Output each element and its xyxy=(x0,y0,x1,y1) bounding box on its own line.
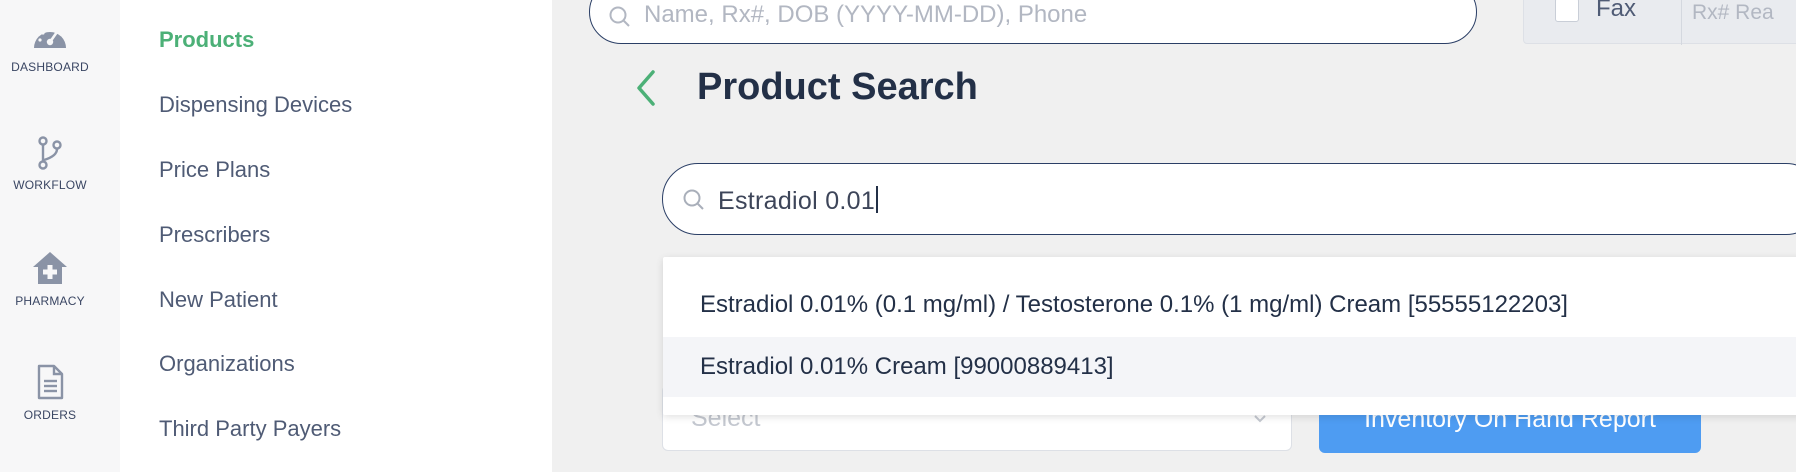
subnav-item-products[interactable]: Products xyxy=(159,27,254,53)
workflow-branch-icon xyxy=(38,136,62,170)
rail-item-orders[interactable]: ORDERS xyxy=(0,364,100,422)
search-icon xyxy=(609,6,630,27)
pharmacy-house-icon xyxy=(33,252,67,284)
icon-rail: DASHBOARD WORKFLOW PHARMACY ORDERS xyxy=(0,0,120,472)
back-button[interactable] xyxy=(631,67,659,109)
rail-item-workflow[interactable]: WORKFLOW xyxy=(0,136,100,192)
rail-label-dashboard: DASHBOARD xyxy=(11,60,89,74)
subnav-item-dispensing-devices[interactable]: Dispensing Devices xyxy=(159,92,352,118)
patient-search-bar[interactable] xyxy=(589,0,1477,44)
rail-item-dashboard[interactable]: DASHBOARD xyxy=(0,22,100,74)
rail-label-workflow: WORKFLOW xyxy=(13,178,87,192)
page-title: Product Search xyxy=(697,66,978,108)
dashboard-gauge-icon xyxy=(34,28,66,48)
subnav-item-price-plans[interactable]: Price Plans xyxy=(159,157,270,183)
fax-rx-panel: Fax xyxy=(1523,0,1796,45)
subnav-item-third-party-payers[interactable]: Third Party Payers xyxy=(159,416,341,442)
search-icon xyxy=(683,189,704,210)
rail-label-orders: ORDERS xyxy=(23,408,77,422)
product-search-value: Estradiol 0.01 xyxy=(718,187,876,215)
rail-label-pharmacy: PHARMACY xyxy=(15,294,85,308)
fax-label: Fax xyxy=(1596,0,1637,22)
main-content: Fax Product Search Estradiol 0.01 Select… xyxy=(552,0,1796,472)
product-suggestions-dropdown: Estradiol 0.01% (0.1 mg/ml) / Testostero… xyxy=(663,257,1796,415)
fax-checkbox[interactable] xyxy=(1555,0,1579,22)
suggestion-item[interactable]: Estradiol 0.01% Cream [99000889413] xyxy=(663,337,1796,397)
suggestion-item[interactable]: Estradiol 0.01% (0.1 mg/ml) / Testostero… xyxy=(663,275,1796,335)
subnav-item-prescribers[interactable]: Prescribers xyxy=(159,222,270,248)
subnav-item-new-patient[interactable]: New Patient xyxy=(159,287,278,313)
rail-item-pharmacy[interactable]: PHARMACY xyxy=(0,250,100,308)
chevron-left-icon xyxy=(637,70,655,106)
product-search-field[interactable]: Estradiol 0.01 xyxy=(662,163,1796,235)
orders-document-icon xyxy=(37,364,64,400)
text-caret xyxy=(876,186,879,213)
patient-search-input[interactable] xyxy=(644,1,1424,29)
rx-number-input[interactable] xyxy=(1692,0,1796,33)
secondary-nav: Products Dispensing Devices Price Plans … xyxy=(120,0,552,472)
product-search-input[interactable]: Estradiol 0.01 xyxy=(718,186,879,216)
chevron-down-icon xyxy=(1254,415,1266,423)
divider xyxy=(1681,0,1682,45)
subnav-item-organizations[interactable]: Organizations xyxy=(159,351,295,377)
